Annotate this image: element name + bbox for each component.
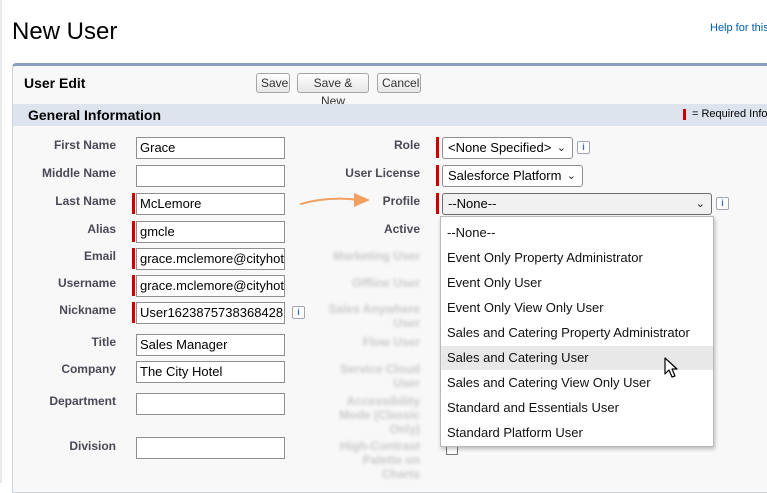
required-marker [132, 248, 135, 269]
sales-anywhere-user-label: Sales Anywhere User [328, 302, 420, 330]
middle-name-input[interactable] [136, 165, 285, 187]
profile-value: --None-- [448, 196, 497, 211]
active-label: Active [383, 222, 420, 236]
department-label: Department [49, 394, 116, 408]
required-marker [132, 221, 135, 242]
profile-option[interactable]: Event Only Property Administrator [441, 246, 713, 270]
section-title: General Information [28, 107, 162, 123]
company-input[interactable]: The City Hotel [136, 361, 285, 383]
profile-option[interactable]: Event Only User [441, 271, 713, 295]
save-button[interactable]: Save [256, 73, 290, 93]
save-and-new-button[interactable]: Save & New [297, 73, 369, 108]
title-label: Title [91, 335, 116, 349]
chevron-down-icon: ⌄ [556, 142, 566, 154]
required-marker [132, 275, 135, 296]
profile-option[interactable]: Event Only View Only User [441, 296, 713, 320]
offline-user-label: Offline User [351, 276, 420, 290]
required-marker [132, 302, 135, 323]
title-input[interactable]: Sales Manager [136, 334, 285, 356]
alias-input[interactable]: gmcle [136, 221, 285, 243]
username-label: Username [57, 276, 116, 290]
last-name-label: Last Name [55, 194, 116, 208]
first-name-input[interactable]: Grace [136, 137, 285, 159]
last-name-input[interactable]: McLemore [136, 193, 285, 215]
panel-title: User Edit [24, 75, 86, 91]
nickname-info-icon[interactable]: i [292, 306, 305, 319]
chevron-down-icon: ⌄ [566, 170, 576, 182]
required-marker [436, 137, 439, 158]
profile-option[interactable]: Standard Platform User [441, 421, 713, 445]
profile-label: Profile [382, 194, 420, 208]
window-edge [0, 0, 2, 483]
division-label: Division [69, 439, 116, 453]
annotation-arrow-icon [300, 193, 370, 207]
profile-info-icon[interactable]: i [716, 197, 729, 210]
role-value: <None Specified> [448, 140, 552, 155]
required-legend: = Required Info [692, 108, 767, 120]
division-input[interactable] [136, 437, 285, 459]
service-cloud-user-label: Service Cloud User [339, 362, 420, 390]
email-label: Email [83, 249, 116, 263]
required-marker [436, 193, 439, 214]
alias-label: Alias [87, 222, 116, 236]
profile-option[interactable]: --None-- [441, 221, 713, 245]
user-license-label: User License [345, 166, 420, 180]
mouse-cursor-icon [664, 357, 678, 378]
chevron-down-icon: ⌄ [695, 198, 705, 210]
required-marker [683, 109, 686, 120]
email-input[interactable]: grace.mclemore@cityhot [136, 248, 285, 270]
accessibility-mode-label: Accessibility Mode (Classic Only) [339, 394, 420, 436]
cancel-button[interactable]: Cancel [377, 73, 421, 93]
required-marker [436, 165, 439, 186]
high-contrast-palette-label: High-Contrast Palette on Charts [340, 439, 420, 481]
nickname-label: Nickname [59, 303, 116, 317]
help-link[interactable]: Help for this [710, 22, 767, 34]
middle-name-label: Middle Name [41, 166, 116, 180]
department-input[interactable] [136, 393, 285, 415]
user-license-value: Salesforce Platform [448, 168, 562, 183]
username-input[interactable]: grace.mclemore@cityhot [136, 275, 285, 297]
company-label: Company [61, 362, 116, 376]
role-info-icon[interactable]: i [577, 141, 590, 154]
profile-option[interactable]: Standard and Essentials User [441, 396, 713, 420]
page-title: New User [12, 18, 118, 45]
user-license-select[interactable]: Salesforce Platform ⌄ [442, 165, 583, 187]
role-select[interactable]: <None Specified> ⌄ [442, 137, 573, 159]
profile-option[interactable]: Sales and Catering Property Administrato… [441, 321, 713, 345]
first-name-label: First Name [53, 138, 116, 152]
profile-select[interactable]: --None-- ⌄ [442, 193, 712, 215]
role-label: Role [393, 138, 420, 152]
flow-user-label: Flow User [362, 335, 420, 349]
nickname-input[interactable]: User1623875738368428 [136, 302, 285, 324]
marketing-user-label: Marketing User [333, 249, 420, 263]
required-marker [132, 193, 135, 214]
profile-dropdown-list: --None-- Event Only Property Administrat… [440, 216, 714, 447]
